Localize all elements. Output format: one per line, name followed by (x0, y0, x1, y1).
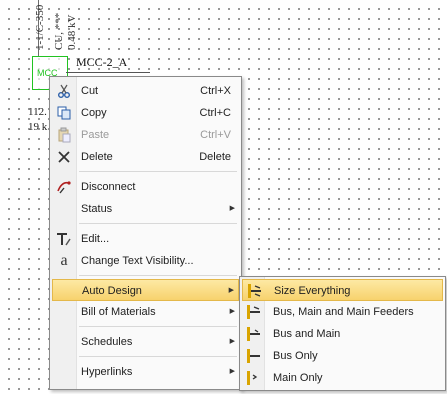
menu-separator (79, 275, 237, 276)
paste-icon (56, 127, 72, 143)
menu-separator (79, 171, 237, 172)
submenu-arrow-icon: ▶ (229, 308, 235, 315)
auto-design-submenu: Size Everything Bus, Main and Main Feede… (239, 276, 446, 391)
menu-item-shortcut: Ctrl+X (200, 85, 231, 97)
submenu-item-bus-and-main[interactable]: Bus and Main (242, 323, 443, 345)
bus-and-main-icon (246, 326, 262, 342)
disconnect-icon (56, 179, 72, 195)
menu-item-paste[interactable]: Paste Ctrl+V (52, 124, 239, 146)
menu-item-shortcut: Ctrl+C (199, 107, 231, 119)
menu-item-label: Copy (81, 107, 107, 119)
menu-item-label: Auto Design (82, 285, 142, 297)
submenu-arrow-icon: ▶ (228, 287, 234, 294)
menu-item-label: Bill of Materials (81, 306, 156, 318)
menu-item-label: Status (81, 203, 113, 215)
side-label-2: 19 k (28, 121, 48, 133)
menu-item-label: Paste (81, 129, 110, 141)
menu-item-label: Schedules (81, 336, 133, 348)
bus-main-feeders-icon (246, 304, 262, 320)
menu-separator (79, 223, 237, 224)
delete-x-icon (56, 149, 72, 165)
submenu-arrow-icon: ▶ (229, 205, 235, 212)
menu-item-hyperlinks[interactable]: Hyperlinks ▶ (52, 361, 239, 383)
context-menu: Cut Ctrl+X Copy Ctrl+C Paste Ctrl+V Dele… (49, 76, 242, 390)
menu-item-label: Hyperlinks (81, 366, 133, 378)
menu-separator (79, 326, 237, 327)
menu-item-label: Disconnect (81, 181, 136, 193)
menu-item-label: Delete (81, 151, 113, 163)
text-visibility-icon: a (60, 252, 68, 269)
mcc-name-label: MCC-2_A (76, 55, 128, 69)
menu-item-label: Edit... (81, 233, 110, 245)
submenu-item-label: Bus Only (273, 350, 318, 362)
copy-icon (56, 105, 72, 121)
submenu-item-label: Size Everything (274, 285, 351, 297)
menu-item-status[interactable]: Status ▶ (52, 198, 239, 220)
edit-icon (56, 231, 72, 247)
menu-item-copy[interactable]: Copy Ctrl+C (52, 102, 239, 124)
menu-item-shortcut: Delete (199, 151, 231, 163)
submenu-item-label: Bus and Main (273, 328, 341, 340)
menu-item-schedules[interactable]: Schedules ▶ (52, 331, 239, 353)
size-everything-icon (247, 283, 263, 299)
mcc-connector-line (66, 72, 150, 73)
submenu-item-label: Main Only (273, 372, 323, 384)
scissors-icon (56, 83, 72, 99)
submenu-arrow-icon: ▶ (229, 338, 235, 345)
submenu-arrow-icon: ▶ (229, 368, 235, 375)
menu-item-auto-design[interactable]: Auto Design ▶ (52, 279, 239, 301)
menu-item-edit[interactable]: Edit... (52, 228, 239, 250)
menu-item-label: Change Text Visibility... (81, 255, 194, 267)
bus-label-conductor: CU, *** (53, 12, 65, 50)
menu-item-change-text-visibility[interactable]: a Change Text Visibility... (52, 250, 239, 272)
submenu-item-bus-only[interactable]: Bus Only (242, 345, 443, 367)
menu-item-cut[interactable]: Cut Ctrl+X (52, 80, 239, 102)
submenu-item-bus-main-feeders[interactable]: Bus, Main and Main Feeders (242, 301, 443, 323)
menu-item-shortcut: Ctrl+V (200, 129, 231, 141)
bus-only-icon (246, 348, 262, 364)
main-only-icon (246, 370, 262, 386)
menu-item-bill-of-materials[interactable]: Bill of Materials ▶ (52, 301, 239, 323)
submenu-item-main-only[interactable]: Main Only (242, 367, 443, 389)
submenu-item-size-everything[interactable]: Size Everything (242, 279, 443, 301)
menu-item-disconnect[interactable]: Disconnect (52, 176, 239, 198)
submenu-item-label: Bus, Main and Main Feeders (273, 306, 414, 318)
side-label-1: 112. (28, 106, 47, 118)
bus-label-cable: 1-1/C-350 (34, 4, 46, 50)
menu-item-delete[interactable]: Delete Delete (52, 146, 239, 168)
menu-item-label: Cut (81, 85, 99, 97)
bus-label-voltage: 0.48 kV (66, 14, 78, 50)
menu-separator (79, 356, 237, 357)
